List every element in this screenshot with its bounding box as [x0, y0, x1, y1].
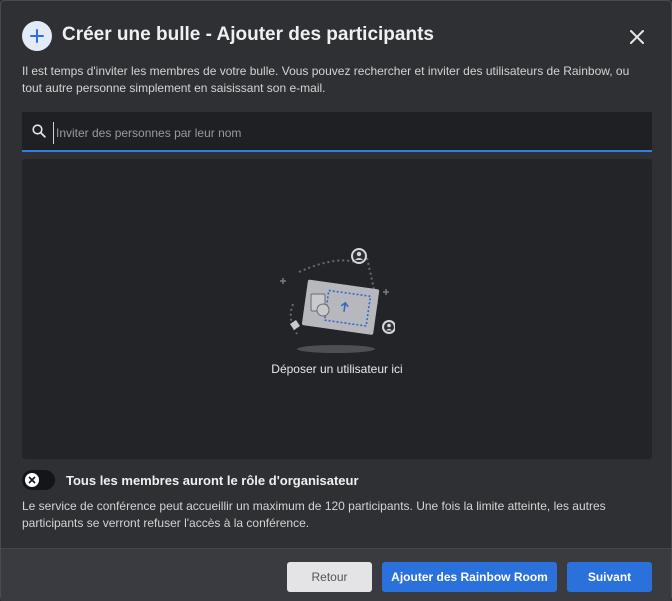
x-icon	[25, 473, 39, 487]
add-rainbow-room-button[interactable]: Ajouter des Rainbow Room	[382, 562, 557, 592]
dialog-title: Créer une bulle - Ajouter des participan…	[62, 24, 434, 45]
dialog-footer: Retour Ajouter des Rainbow Room Suivant	[1, 548, 671, 601]
plus-icon	[22, 21, 52, 51]
search-input[interactable]	[53, 122, 638, 144]
dialog-description: Il est temps d'inviter les membres de vo…	[22, 64, 630, 95]
search-field[interactable]	[22, 112, 652, 152]
search-icon	[32, 124, 46, 143]
next-button[interactable]: Suivant	[567, 562, 652, 592]
user-dropzone[interactable]: Déposer un utilisateur ici	[22, 159, 652, 459]
dialog-header: Créer une bulle - Ajouter des participan…	[1, 1, 671, 63]
create-bubble-dialog: Créer une bulle - Ajouter des participan…	[0, 0, 672, 601]
participant-limit-note: Le service de conférence peut accueillir…	[22, 499, 606, 530]
organizer-toggle-row: Tous les membres auront le rôle d'organi…	[22, 470, 652, 492]
back-button[interactable]: Retour	[287, 562, 372, 592]
drop-user-illustration	[280, 248, 395, 353]
organizer-role-toggle[interactable]	[22, 470, 55, 490]
dropzone-label: Déposer un utilisateur ici	[271, 362, 403, 376]
organizer-toggle-label: Tous les membres auront le rôle d'organi…	[66, 473, 359, 488]
close-icon[interactable]	[625, 25, 649, 49]
